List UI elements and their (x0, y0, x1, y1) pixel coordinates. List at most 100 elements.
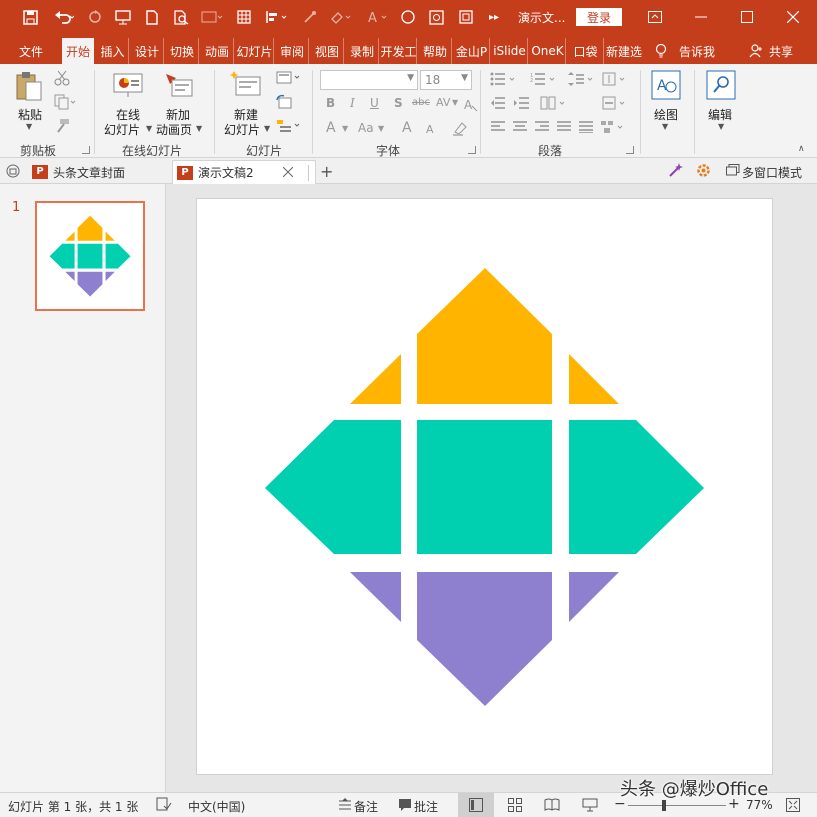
italic-button[interactable]: I (350, 96, 355, 110)
save-icon[interactable] (18, 0, 42, 34)
increase-indent-icon[interactable] (514, 96, 530, 113)
underline-button[interactable]: U (370, 96, 379, 110)
font-color-dropdown-icon[interactable]: ▼ (342, 124, 348, 133)
clear-format-icon[interactable]: A (464, 98, 478, 115)
fill-color-icon[interactable] (326, 0, 356, 34)
slide-canvas[interactable] (196, 198, 773, 775)
notes-button[interactable]: 备注 (354, 798, 378, 815)
slideshow-view-icon[interactable] (582, 798, 598, 815)
edit-dropdown-icon[interactable]: ▼ (718, 122, 724, 131)
font-launcher-icon[interactable] (468, 146, 476, 154)
crop-frame-icon[interactable] (426, 0, 446, 34)
tab-home[interactable]: 开始 (62, 38, 94, 64)
align-right-icon[interactable] (534, 120, 550, 137)
text-shadow-button[interactable]: S (394, 96, 403, 110)
font-color-button[interactable]: A (326, 120, 336, 136)
distributed-icon[interactable] (578, 120, 594, 137)
tab-design[interactable]: 设计 (131, 38, 164, 64)
paste-dropdown-icon[interactable]: ▼ (26, 122, 32, 131)
collapse-ribbon-icon[interactable]: ∧ (798, 144, 805, 154)
font-name-combo[interactable]: ▼ (320, 70, 418, 90)
new-slide-dropdown-icon[interactable]: ▼ (264, 124, 270, 133)
slide-thumbnail[interactable] (35, 201, 145, 311)
layout-icon[interactable] (276, 70, 302, 89)
tab-new-tab[interactable]: 新建选 (606, 38, 642, 64)
clipboard-launcher-icon[interactable] (82, 146, 90, 154)
new-animation-label-2[interactable]: 动画页 (156, 121, 192, 138)
change-case-button[interactable]: Aa (358, 121, 374, 135)
settings-gear-icon[interactable] (696, 163, 711, 181)
comments-icon[interactable] (398, 798, 412, 815)
format-painter-icon[interactable] (54, 118, 70, 137)
lightbulb-icon[interactable] (650, 38, 672, 64)
normal-view-button[interactable] (458, 793, 494, 817)
chevron-down-icon[interactable]: ▼ (407, 73, 414, 83)
tab-slideshow[interactable]: 幻灯片 (236, 38, 274, 64)
shape-yellow-right[interactable] (569, 354, 619, 404)
slide-sorter-icon[interactable] (508, 798, 522, 815)
bullets-icon[interactable] (490, 72, 520, 89)
undo-icon[interactable] (50, 0, 78, 34)
tab-insert[interactable]: 插入 (97, 38, 129, 64)
paragraph-launcher-icon[interactable] (626, 146, 634, 154)
multi-window-mode-button[interactable]: 多窗口模式 (742, 164, 802, 181)
shape-purple-left[interactable] (350, 572, 401, 622)
cut-icon[interactable] (54, 70, 70, 89)
find-search-icon[interactable] (706, 70, 736, 103)
shape-purple-right[interactable] (569, 572, 619, 622)
shape-teal-right[interactable] (569, 420, 704, 554)
columns-icon[interactable] (540, 96, 570, 113)
online-slide-label-2[interactable]: 幻灯片 (104, 121, 140, 138)
share-button[interactable]: 共享 (766, 38, 796, 64)
new-animation-page-icon[interactable] (164, 72, 194, 101)
tab-record[interactable]: 录制 (346, 38, 379, 64)
draw-shapes-icon[interactable]: A (651, 70, 681, 103)
tab-help[interactable]: 帮助 (419, 38, 452, 64)
reading-view-icon[interactable] (544, 798, 560, 815)
strikethrough-button[interactable]: abc (412, 97, 430, 108)
login-button[interactable]: 登录 (576, 8, 622, 26)
image-tool-icon[interactable] (198, 0, 226, 34)
section-icon[interactable] (276, 118, 302, 137)
new-tab-plus-icon[interactable]: + (320, 162, 333, 181)
change-case-dropdown-icon[interactable]: ▼ (378, 124, 384, 133)
online-slide-icon[interactable] (112, 72, 144, 101)
shape-icon[interactable] (456, 0, 476, 34)
draw-dropdown-icon[interactable]: ▼ (662, 122, 668, 131)
paste-button[interactable]: 粘贴 (18, 106, 42, 123)
new-slide-icon[interactable] (229, 70, 262, 101)
circle-shape-icon[interactable] (398, 0, 418, 34)
print-preview-icon[interactable] (170, 0, 192, 34)
char-spacing-dropdown-icon[interactable]: ▼ (452, 98, 458, 107)
copy-icon[interactable] (54, 94, 78, 113)
redo-icon[interactable] (84, 0, 106, 34)
document-tab-1[interactable]: P 头条文章封面 (28, 160, 168, 184)
text-direction-icon[interactable] (602, 72, 630, 89)
smartart-icon[interactable] (600, 120, 628, 137)
tab-transitions[interactable]: 切换 (166, 38, 199, 64)
align-text-icon[interactable] (602, 96, 630, 113)
new-file-icon[interactable] (142, 0, 162, 34)
shape-teal-center[interactable] (417, 420, 552, 554)
tab-onekey[interactable]: OneK (530, 38, 566, 64)
align-icon[interactable] (262, 0, 292, 34)
zoom-slider-thumb[interactable] (662, 800, 667, 811)
paste-icon[interactable] (14, 70, 44, 105)
shape-yellow-center[interactable] (417, 268, 552, 404)
tab-file[interactable]: 文件 (6, 38, 56, 64)
language-status[interactable]: 中文(中国) (188, 798, 245, 815)
notes-icon[interactable] (338, 798, 352, 815)
grow-font-button[interactable]: A (402, 120, 412, 136)
reset-icon[interactable] (276, 94, 292, 113)
more-commands-icon[interactable]: ▸▸ (486, 0, 502, 34)
tab-list-icon[interactable] (6, 164, 20, 181)
shrink-font-button[interactable]: A (426, 123, 434, 136)
chevron-down-icon[interactable]: ▼ (461, 73, 468, 83)
new-slide-label-2[interactable]: 幻灯片 (224, 121, 260, 138)
tab-review[interactable]: 审阅 (276, 38, 309, 64)
new-animation-dropdown-icon[interactable]: ▼ (196, 124, 202, 133)
eyedropper-icon[interactable] (300, 0, 320, 34)
accessibility-icon[interactable] (156, 797, 172, 814)
line-spacing-icon[interactable] (568, 72, 596, 89)
close-icon[interactable] (770, 0, 816, 34)
